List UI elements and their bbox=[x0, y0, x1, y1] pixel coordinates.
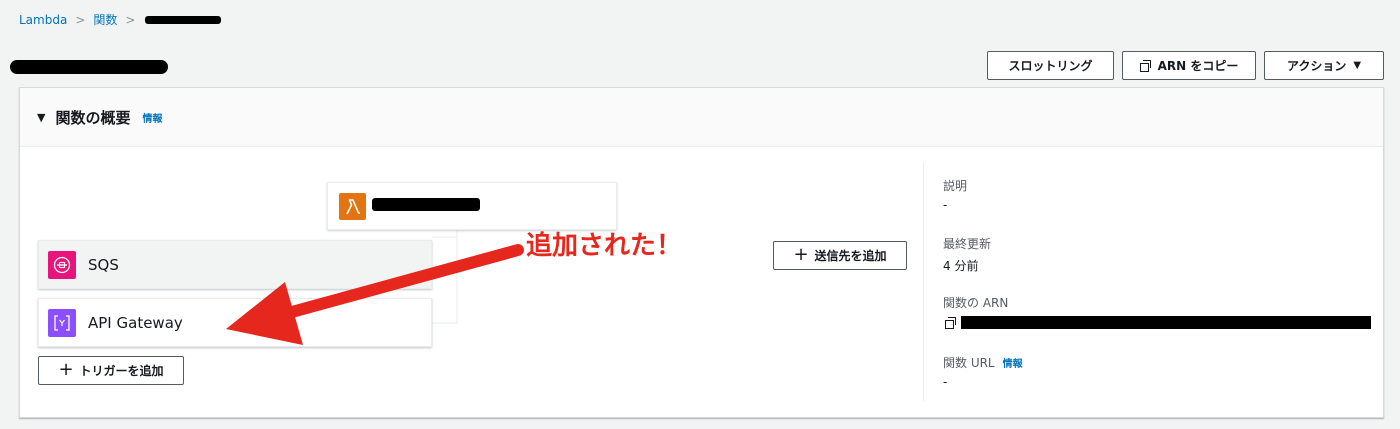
description-value: - bbox=[943, 198, 948, 212]
add-destination-button[interactable]: + 送信先を追加 bbox=[773, 241, 907, 270]
api-gateway-icon bbox=[48, 308, 76, 337]
function-url-label-row: 関数 URL 情報 bbox=[943, 354, 1023, 371]
column-divider bbox=[923, 162, 924, 401]
trigger-label: API Gateway bbox=[88, 313, 183, 332]
redacted-function-name bbox=[145, 15, 222, 24]
throttle-button[interactable]: スロットリング bbox=[987, 51, 1114, 80]
page-title-redacted bbox=[10, 60, 168, 74]
breadcrumb: Lambda > 関数 > bbox=[19, 11, 222, 28]
copy-arn-button[interactable]: ARN をコピー bbox=[1122, 51, 1256, 80]
last-modified-value: 4 分前 bbox=[943, 259, 979, 273]
plus-icon: + bbox=[793, 243, 809, 265]
description-label: 説明 bbox=[943, 179, 968, 193]
copy-icon[interactable] bbox=[945, 317, 956, 329]
throttle-button-label: スロットリング bbox=[1008, 59, 1093, 73]
add-trigger-label: トリガーを追加 bbox=[79, 364, 164, 378]
trigger-sqs[interactable]: SQS bbox=[38, 240, 432, 289]
function-overview-panel: ▼ 関数の概要 情報 SQS API Gateway + トリガーを追加 + 送… bbox=[19, 87, 1384, 418]
plus-icon: + bbox=[58, 358, 74, 380]
chevron-right-icon: > bbox=[125, 12, 136, 27]
trigger-label: SQS bbox=[88, 255, 119, 274]
sqs-icon bbox=[48, 250, 76, 279]
function-arn-label: 関数の ARN bbox=[943, 296, 1009, 310]
annotation-text: 追加された！ bbox=[526, 231, 683, 261]
function-card[interactable] bbox=[327, 182, 617, 230]
add-destination-label: 送信先を追加 bbox=[814, 249, 887, 263]
chevron-right-icon: > bbox=[75, 12, 86, 27]
copy-icon bbox=[1139, 60, 1151, 72]
function-url-value: - bbox=[943, 375, 948, 389]
trigger-api-gateway[interactable]: API Gateway bbox=[38, 298, 432, 347]
function-arn-redacted bbox=[961, 316, 1371, 329]
function-name-redacted bbox=[372, 198, 480, 211]
function-arn-row bbox=[945, 316, 1371, 329]
function-url-label: 関数 URL bbox=[943, 356, 995, 370]
copy-arn-button-label: ARN をコピー bbox=[1157, 59, 1239, 73]
caret-down-icon: ▼ bbox=[1353, 60, 1362, 71]
last-modified-label: 最終更新 bbox=[943, 237, 992, 251]
lambda-icon bbox=[339, 193, 366, 220]
breadcrumb-functions-link[interactable]: 関数 bbox=[93, 11, 117, 28]
actions-button[interactable]: アクション ▼ bbox=[1264, 51, 1384, 80]
add-trigger-button[interactable]: + トリガーを追加 bbox=[38, 356, 184, 385]
breadcrumb-lambda-link[interactable]: Lambda bbox=[19, 13, 67, 27]
function-url-info-link[interactable]: 情報 bbox=[1003, 355, 1023, 370]
actions-button-label: アクション bbox=[1286, 59, 1347, 73]
